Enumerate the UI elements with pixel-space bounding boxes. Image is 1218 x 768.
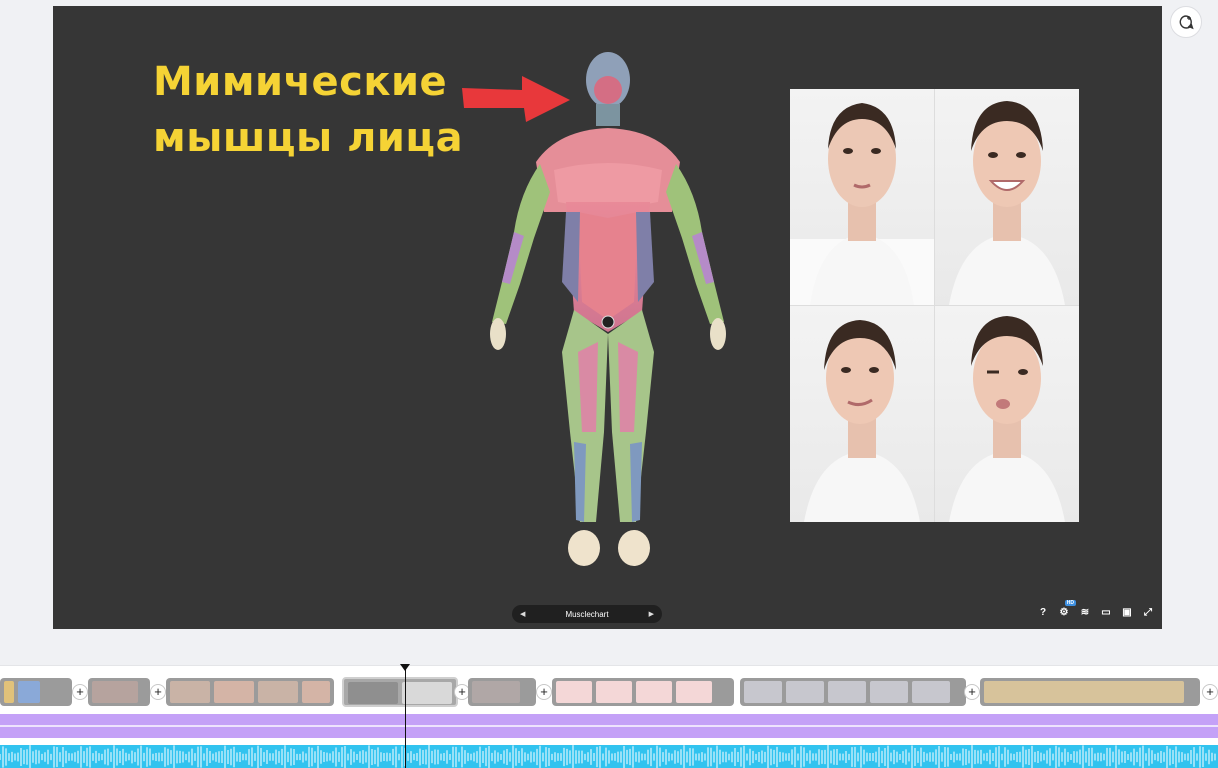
scene-3[interactable]: [166, 678, 334, 706]
audio-track-1[interactable]: [0, 714, 1218, 738]
slide-title[interactable]: Мимические мышцы лица: [153, 54, 463, 166]
scene-row: + + + + + +: [0, 677, 1218, 708]
help-icon[interactable]: ?: [1037, 606, 1049, 618]
face-photo-grid[interactable]: [790, 89, 1079, 522]
face-photo-looking-up: [790, 89, 934, 305]
add-scene-button[interactable]: +: [1202, 684, 1218, 700]
embed-icon[interactable]: ▣: [1121, 606, 1133, 618]
playhead-handle[interactable]: [400, 664, 410, 671]
add-scene-button[interactable]: +: [72, 684, 88, 700]
timeline: + + + + + +: [0, 664, 1218, 768]
face-photo-winking: [935, 306, 1079, 522]
face-photo-thinking: [790, 306, 934, 522]
slide-title-line2: мышцы лица: [153, 115, 464, 161]
layers-icon[interactable]: ≋: [1079, 606, 1091, 618]
scene-2[interactable]: [88, 678, 150, 706]
editor-root: Мимические мышцы лица ◀ Musclechart ▶ ? …: [0, 0, 1218, 768]
model-navigator: ◀ Musclechart ▶: [512, 605, 662, 623]
slide-title-line1: Мимические: [153, 59, 448, 105]
playhead[interactable]: [405, 666, 406, 768]
scene-5[interactable]: [468, 678, 536, 706]
chevron-left-icon[interactable]: ◀: [520, 610, 525, 618]
model-name: Musclechart: [565, 609, 609, 619]
audio-track-2[interactable]: [0, 745, 1218, 768]
comment-button[interactable]: [1170, 6, 1202, 38]
scene-1[interactable]: [0, 678, 72, 706]
waveform: [0, 745, 1216, 768]
muscle-model-3d[interactable]: [458, 52, 758, 572]
vr-icon[interactable]: ▭: [1100, 606, 1112, 618]
viewer-toolbar: ? ⚙ HD ≋ ▭ ▣ ⤢: [1037, 600, 1154, 618]
add-scene-button[interactable]: +: [150, 684, 166, 700]
scene-7[interactable]: [740, 678, 966, 706]
scene-6[interactable]: [552, 678, 734, 706]
settings-icon[interactable]: ⚙ HD: [1058, 600, 1076, 618]
comment-icon: [1179, 15, 1194, 30]
hd-badge: HD: [1064, 600, 1076, 606]
scene-8[interactable]: [980, 678, 1200, 706]
add-scene-button[interactable]: +: [964, 684, 980, 700]
chevron-right-icon[interactable]: ▶: [649, 610, 654, 618]
fullscreen-icon[interactable]: ⤢: [1142, 606, 1154, 618]
scene-4[interactable]: [342, 677, 458, 707]
add-scene-button[interactable]: +: [536, 684, 552, 700]
slide-canvas[interactable]: Мимические мышцы лица ◀ Musclechart ▶ ? …: [53, 6, 1162, 629]
face-photo-smiling: [935, 89, 1079, 305]
